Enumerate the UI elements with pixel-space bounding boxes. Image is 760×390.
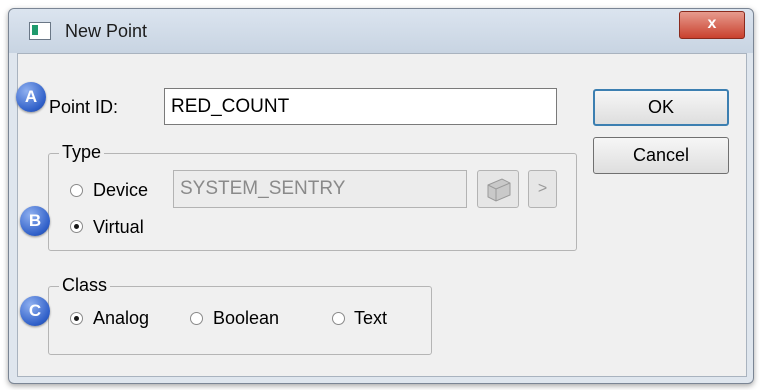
- close-button[interactable]: x: [679, 11, 745, 39]
- new-point-dialog: New Point x Point ID: RED_COUNT OK Cance…: [8, 8, 754, 384]
- browse-device-button: [477, 170, 519, 208]
- title-bar[interactable]: New Point x: [9, 9, 753, 53]
- point-id-input[interactable]: RED_COUNT: [164, 88, 557, 125]
- analog-radio[interactable]: [70, 312, 83, 325]
- type-legend: Type: [59, 142, 105, 163]
- point-id-label: Point ID:: [49, 97, 119, 117]
- boolean-radio-label[interactable]: Boolean: [213, 308, 279, 329]
- callout-c-badge: C: [20, 296, 50, 326]
- text-radio[interactable]: [332, 312, 345, 325]
- callout-a-badge: A: [16, 82, 46, 112]
- device-radio[interactable]: [70, 184, 83, 197]
- device-radio-label[interactable]: Device: [93, 180, 148, 201]
- ok-button[interactable]: OK: [593, 89, 729, 126]
- app-icon: [29, 22, 51, 40]
- text-radio-label[interactable]: Text: [354, 308, 387, 329]
- virtual-radio[interactable]: [70, 220, 83, 233]
- window-title: New Point: [65, 21, 148, 41]
- cancel-button[interactable]: Cancel: [593, 137, 729, 174]
- analog-radio-label[interactable]: Analog: [93, 308, 149, 329]
- device-field: SYSTEM_SENTRY: [173, 170, 467, 208]
- device-icon: [487, 178, 511, 202]
- class-legend: Class: [59, 275, 111, 296]
- dialog-body: Point ID: RED_COUNT OK Cancel Type Devic…: [17, 53, 747, 377]
- callout-b-badge: B: [20, 206, 50, 236]
- boolean-radio[interactable]: [190, 312, 203, 325]
- virtual-radio-label[interactable]: Virtual: [93, 217, 144, 238]
- next-button: >: [528, 170, 557, 208]
